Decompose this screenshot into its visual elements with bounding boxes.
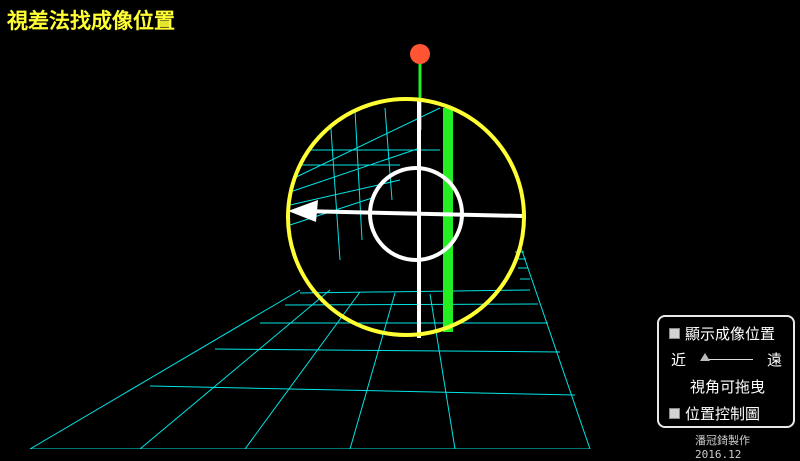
show-image-position-label: 顯示成像位置 <box>685 325 776 343</box>
drag-hint: 視角可拖曳 <box>690 376 765 397</box>
object-ball[interactable] <box>410 44 430 64</box>
checkbox-icon[interactable] <box>669 408 680 419</box>
credit-text: 潘冠錡製作 2016.12 <box>695 434 750 461</box>
direction-arrow <box>288 200 318 222</box>
control-panel: 顯示成像位置 近 遠 視角可拖曳 位置控制圖 <box>657 315 795 428</box>
page-title: 視差法找成像位置 <box>7 9 175 33</box>
position-control-checkbox[interactable]: 位置控制圖 <box>669 403 760 424</box>
image-rod <box>443 108 453 332</box>
drag-hint-text: 視角可拖曳 <box>690 378 766 396</box>
slider-far-label: 遠 <box>767 351 783 369</box>
slider-near-label: 近 <box>671 351 687 369</box>
checkbox-icon[interactable] <box>669 328 680 339</box>
show-image-position-checkbox[interactable]: 顯示成像位置 <box>669 323 775 344</box>
floor-grid <box>29 244 591 449</box>
slider-thumb[interactable] <box>700 353 710 361</box>
position-control-label: 位置控制圖 <box>685 405 761 423</box>
